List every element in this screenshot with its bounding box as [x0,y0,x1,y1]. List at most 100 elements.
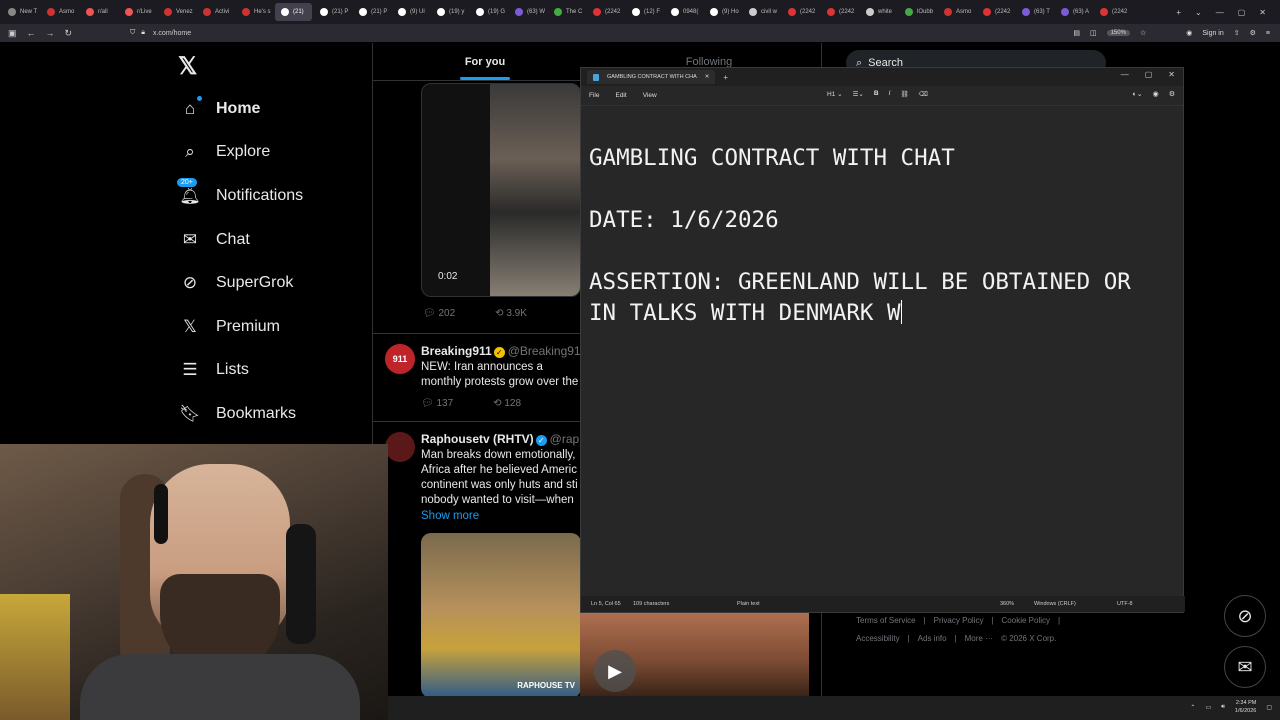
clear-format-icon[interactable]: ⌫ [919,90,928,98]
account-icon[interactable]: ◉ [1153,90,1159,98]
account-icon[interactable]: ◉ [1186,29,1192,37]
sidebar-toggle-icon[interactable]: ▣ [8,28,17,39]
browser-tab[interactable]: (19) G [470,3,507,21]
maximize-icon[interactable]: ▢ [1238,8,1246,17]
author-handle[interactable]: @Breaking911 [508,344,587,358]
nav-premium[interactable]: 𝕏 Premium [180,312,280,342]
encoding-status[interactable]: UTF-8 [1117,601,1133,607]
menu-icon[interactable]: ≡ [1266,30,1270,37]
close-icon[interactable]: ✕ [1259,8,1266,17]
browser-tab[interactable]: (2242 [782,3,819,21]
browser-tab[interactable]: Activi [197,3,234,21]
notepad-tab[interactable]: GAMBLING CONTRACT WITH CHA ✕ [587,70,716,84]
chevron-up-icon[interactable]: ⌃ [1190,704,1195,711]
back-icon[interactable]: ← [27,28,36,39]
url-input[interactable]: x.com/home [153,30,191,37]
nav-notifications[interactable]: 🔔︎ 20+ Notifications [176,177,303,211]
minimize-icon[interactable]: — [1216,8,1224,17]
link-icon[interactable]: ⛓ [900,90,908,98]
reply-button[interactable]: 💬︎ 137 [421,398,453,409]
browser-tab[interactable]: r/all [80,3,117,21]
browser-tab[interactable]: (63) W [509,3,546,21]
avatar[interactable] [385,432,415,462]
heading-dropdown[interactable]: H1 ⌄ [827,90,843,98]
browser-tab[interactable]: (9) Ho [704,3,741,21]
browser-tab[interactable]: (2242 [821,3,858,21]
footer-link[interactable]: Terms of Service [856,616,916,625]
browser-tab[interactable]: lOubb [899,3,936,21]
format-status[interactable]: Plain text [737,601,760,607]
reload-icon[interactable]: ↻ [65,28,73,39]
bookmark-star-icon[interactable]: ☆ [1140,29,1146,37]
shield-icon[interactable]: ⛉ [130,29,135,37]
messages-button[interactable]: ✉ [1224,646,1266,688]
nav-supergrok[interactable]: ⊘ SuperGrok [180,268,294,298]
maximize-icon[interactable]: ▢ [1145,70,1153,79]
show-more-link[interactable]: Show more [421,510,479,522]
reader-icon[interactable]: ▤ [1073,29,1080,37]
nav-lists[interactable]: ☰ Lists [180,355,249,385]
footer-link[interactable]: Ads info [918,634,947,643]
browser-tab[interactable]: 0948( [665,3,702,21]
forward-icon[interactable]: → [46,28,55,39]
repost-button[interactable]: ⟲ 3.9K [495,308,527,319]
browser-tab[interactable]: (21) P [314,3,351,21]
video-thumbnail[interactable]: ▶ [580,612,809,696]
footer-link[interactable]: Cookie Policy [1002,616,1050,625]
notepad-text-area[interactable]: GAMBLING CONTRACT WITH CHAT DATE: 1/6/20… [589,112,1179,329]
minimize-icon[interactable]: — [1121,70,1129,79]
copilot-icon[interactable]: ◐⌄ [1133,90,1143,98]
browser-tab[interactable]: New T [2,3,39,21]
browser-tab[interactable]: Venez [158,3,195,21]
settings-icon[interactable]: ⚙ [1169,90,1175,98]
reply-button[interactable]: 💬︎ 202 [423,308,455,319]
browser-tab[interactable]: (63) A [1055,3,1092,21]
browser-tab[interactable]: (21) P [353,3,390,21]
browser-tab[interactable]: He's s [236,3,273,21]
x-logo[interactable]: 𝕏 [178,52,197,81]
tab-for-you[interactable]: For you [373,43,597,80]
browser-tab[interactable]: Asmo [938,3,975,21]
list-icon[interactable]: ☰⌄ [853,90,864,98]
bold-icon[interactable]: B [874,90,879,98]
zoom-status[interactable]: 360% [1000,601,1014,607]
volume-icon[interactable]: 🔊︎ [1221,704,1225,711]
play-icon[interactable]: ▶ [594,650,636,692]
browser-tab[interactable]: Asmo [41,3,78,21]
browser-tab[interactable]: civil w [743,3,780,21]
footer-link[interactable]: More ··· [965,634,993,643]
browser-tab[interactable]: r/Live [119,3,156,21]
author-name[interactable]: Breaking911 [421,344,492,358]
extensions-icon[interactable]: ⇧ [1234,29,1240,37]
nav-home[interactable]: ⌂ Home [180,94,260,124]
browser-tab[interactable]: (63) T [1016,3,1053,21]
browser-tab[interactable]: (12) F [626,3,663,21]
nav-explore[interactable]: ⌕ Explore [180,137,270,167]
browser-tab[interactable]: (21) [275,3,312,21]
nav-bookmarks[interactable]: 🔖︎ Bookmarks [179,399,296,429]
footer-link[interactable]: Privacy Policy [934,616,984,625]
menu-view[interactable]: View [643,92,657,99]
nav-chat[interactable]: ✉ Chat [180,225,250,255]
new-tab-icon[interactable]: + [723,73,728,82]
extension-icon[interactable]: ⚙ [1250,29,1256,37]
browser-tab[interactable]: (2242 [1094,3,1131,21]
browser-tab[interactable]: (2242 [587,3,624,21]
browser-tab[interactable]: The C [548,3,585,21]
browser-tab[interactable]: (19) y [431,3,468,21]
menu-edit[interactable]: Edit [615,92,626,99]
footer-link[interactable]: © 2026 X Corp. [1001,634,1056,643]
new-tab-icon[interactable]: + [1176,8,1181,17]
author-name[interactable]: Raphousetv (RHTV) [421,432,534,446]
zoom-badge[interactable]: 150% [1106,30,1130,36]
menu-file[interactable]: File [589,92,599,99]
tab-list-icon[interactable]: ⌄ [1195,8,1202,17]
footer-link[interactable]: Accessibility [856,634,900,643]
post-video[interactable]: 0:02 [421,83,581,297]
avatar[interactable]: 911 [385,344,415,374]
repost-button[interactable]: ⟲ 128 [493,398,521,409]
close-icon[interactable]: ✕ [1168,70,1175,79]
network-icon[interactable]: ▭ [1205,704,1211,711]
post-image[interactable]: RAPHOUSE TV [421,533,581,696]
italic-icon[interactable]: I [889,90,891,98]
